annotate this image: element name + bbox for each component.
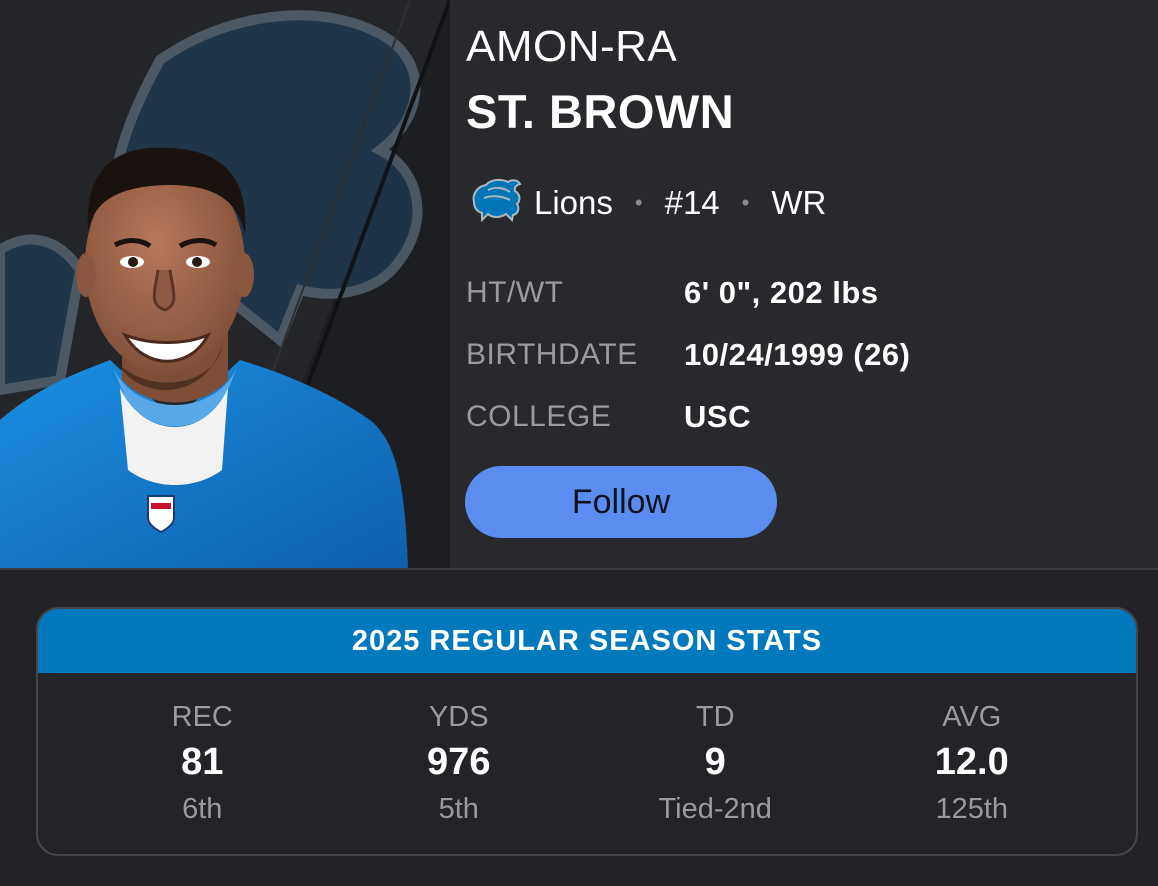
lions-logo-icon[interactable]	[468, 176, 534, 230]
stat-value: 976	[427, 741, 491, 783]
bio-label: HT/WT	[466, 276, 564, 309]
player-page: AMON-RA ST. BROWN Lions • #14 • WR HT/WT…	[0, 0, 1158, 886]
stat-rank: 6th	[182, 793, 223, 825]
player-photo	[0, 0, 450, 568]
bio-label: COLLEGE	[466, 400, 612, 433]
bio-label: BIRTHDATE	[466, 338, 638, 371]
bio-row-birthdate: BIRTHDATE 10/24/1999 (26)	[466, 324, 910, 386]
player-last-name: ST. BROWN	[466, 85, 735, 138]
dot-separator: •	[741, 190, 750, 215]
team-name[interactable]: Lions	[534, 184, 613, 222]
stat-rank: Tied-2nd	[658, 793, 772, 825]
bio-value: 6' 0", 202 lbs	[684, 275, 879, 310]
stat-value: 81	[181, 741, 224, 783]
player-header: AMON-RA ST. BROWN Lions • #14 • WR HT/WT…	[0, 0, 1158, 568]
stat-rank: 125th	[935, 793, 1009, 825]
stat-label: YDS	[428, 701, 489, 733]
player-position: WR	[771, 184, 827, 221]
stat-touchdowns: TD 9 Tied-2nd	[587, 673, 844, 831]
stat-average: AVG 12.0 125th	[844, 673, 1101, 831]
bio-table: HT/WT 6' 0", 202 lbs BIRTHDATE 10/24/199…	[466, 262, 910, 448]
bio-value: USC	[684, 399, 751, 434]
stats-grid: REC 81 6th YDS 976 5th TD 9 Tied-2nd AVG…	[38, 673, 1136, 831]
bio-row-height-weight: HT/WT 6' 0", 202 lbs	[466, 262, 910, 324]
player-first-name: AMON-RA	[466, 22, 678, 71]
stat-value: 9	[704, 741, 726, 783]
bio-value: 10/24/1999 (26)	[684, 337, 911, 372]
team-info-row: Lions • #14 • WR	[468, 178, 826, 228]
stat-value: 12.0	[934, 741, 1009, 783]
stats-title: 2025 REGULAR SEASON STATS	[38, 609, 1136, 673]
stat-receptions: REC 81 6th	[74, 673, 331, 831]
follow-button[interactable]: Follow	[465, 466, 777, 538]
stat-rank: 5th	[438, 793, 479, 825]
stat-label: TD	[695, 701, 735, 733]
stat-label: AVG	[942, 701, 1002, 733]
section-divider	[0, 568, 1158, 570]
stat-label: REC	[171, 701, 233, 733]
jersey-number: #14	[664, 184, 720, 221]
bio-row-college: COLLEGE USC	[466, 386, 910, 448]
stat-yards: YDS 976 5th	[331, 673, 588, 831]
dot-separator: •	[634, 190, 643, 215]
season-stats-card: 2025 REGULAR SEASON STATS REC 81 6th YDS…	[36, 607, 1138, 856]
